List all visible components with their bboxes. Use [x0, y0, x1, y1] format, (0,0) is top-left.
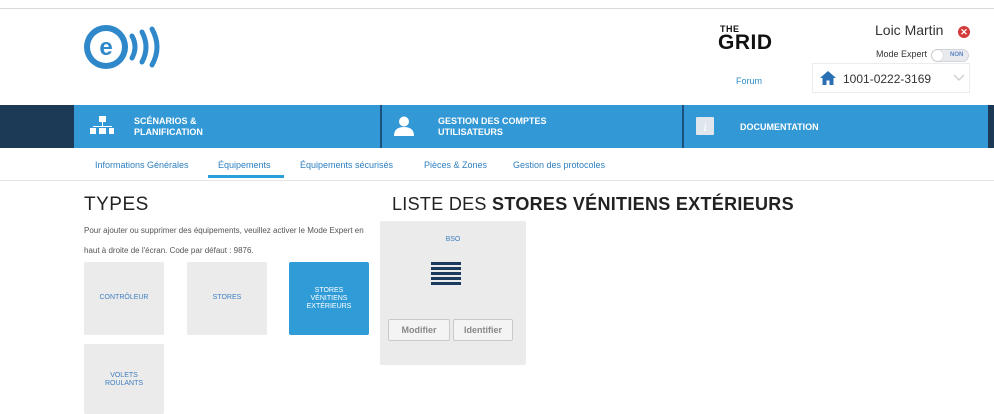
nav-label-accounts-line1: GESTION DES COMPTES: [438, 116, 547, 126]
type-tile-label: CONTRÔLEUR: [99, 294, 149, 301]
brand-logo[interactable]: e: [82, 24, 168, 70]
nav-item-accounts[interactable]: GESTION DES COMPTES UTILISATEURS: [382, 105, 682, 148]
subtab-general-info[interactable]: Informations Générales: [95, 160, 189, 170]
main-navbar: SCÉNARIOS & PLANIFICATION GESTION DES CO…: [0, 105, 994, 148]
svg-text:i: i: [703, 119, 707, 134]
type-tile-exterior-venetian-blinds[interactable]: STORES VÉNITIENS EXTÉRIEURS: [289, 262, 369, 335]
chevron-down-icon: [953, 74, 965, 81]
nav-label-accounts-line2: UTILISATEURS: [438, 127, 503, 137]
device-name: BSO: [445, 236, 461, 243]
type-tile-label: EXTÉRIEURS: [306, 303, 352, 310]
types-help-text: Pour ajouter ou supprimer des équipement…: [84, 226, 364, 255]
type-tile-controller[interactable]: CONTRÔLEUR: [84, 262, 164, 335]
site-selector-value: 1001-0222-3169: [843, 72, 932, 86]
expert-mode-toggle[interactable]: NON: [931, 49, 969, 62]
type-tile-stores[interactable]: STORES: [187, 262, 267, 335]
identify-button[interactable]: Identifier: [453, 319, 513, 341]
home-icon: [820, 71, 836, 85]
active-tab-indicator: [208, 175, 284, 178]
list-heading: LISTE DES STORES VÉNITIENS EXTÉRIEURS: [392, 194, 794, 215]
sub-tabs: Informations Générales Équipements Équip…: [0, 148, 994, 180]
logout-icon[interactable]: ✕: [958, 26, 970, 38]
types-heading: TYPES: [84, 194, 149, 215]
type-tile-label: STORES: [314, 287, 344, 294]
list-heading-prefix: LISTE DES: [392, 194, 487, 214]
type-tile-label: VOLETS: [110, 372, 138, 379]
info-icon: i: [696, 117, 714, 135]
nav-item-scenarios[interactable]: SCÉNARIOS & PLANIFICATION: [74, 105, 380, 148]
toggle-state: NON: [950, 52, 964, 58]
user-icon: [394, 116, 414, 136]
subtab-rooms-zones[interactable]: Pièces & Zones: [424, 160, 487, 170]
type-tile-label: STORES: [212, 294, 242, 301]
top-divider: [0, 8, 994, 9]
subtab-secured-equipments[interactable]: Équipements sécurisés: [300, 160, 393, 170]
venetian-blinds-icon: [431, 262, 461, 285]
navbar-right-edge: [988, 105, 994, 148]
subtabs-divider: [0, 180, 994, 181]
type-tile-label: ROULANTS: [104, 380, 144, 387]
modify-button[interactable]: Modifier: [388, 319, 450, 341]
subtab-equipments[interactable]: Équipements: [218, 160, 271, 170]
svg-text:e: e: [99, 34, 112, 61]
nav-label-documentation: DOCUMENTATION: [740, 122, 819, 132]
site-selector[interactable]: 1001-0222-3169: [812, 63, 970, 93]
forum-link[interactable]: Forum: [736, 76, 762, 86]
user-name: Loic Martin: [875, 22, 944, 38]
list-heading-category: STORES VÉNITIENS EXTÉRIEURS: [492, 194, 794, 214]
subtab-protocols[interactable]: Gestion des protocoles: [513, 160, 605, 170]
nav-item-documentation[interactable]: i DOCUMENTATION: [684, 105, 988, 148]
nav-label-scenarios-line1: SCÉNARIOS &: [134, 116, 197, 126]
toggle-knob: [932, 50, 943, 61]
type-tile-label: VÉNITIENS: [310, 295, 348, 302]
nav-label-scenarios-line2: PLANIFICATION: [134, 127, 203, 137]
device-card: BSO Modifier Identifier: [380, 221, 526, 365]
scenario-network-icon: [90, 116, 114, 134]
expert-mode-label: Mode Expert: [876, 49, 928, 59]
type-tile-roller-shutters[interactable]: VOLETS ROULANTS: [84, 344, 164, 414]
grid-logo-name: GRID: [718, 31, 773, 54]
navbar-left-block: [0, 105, 74, 148]
